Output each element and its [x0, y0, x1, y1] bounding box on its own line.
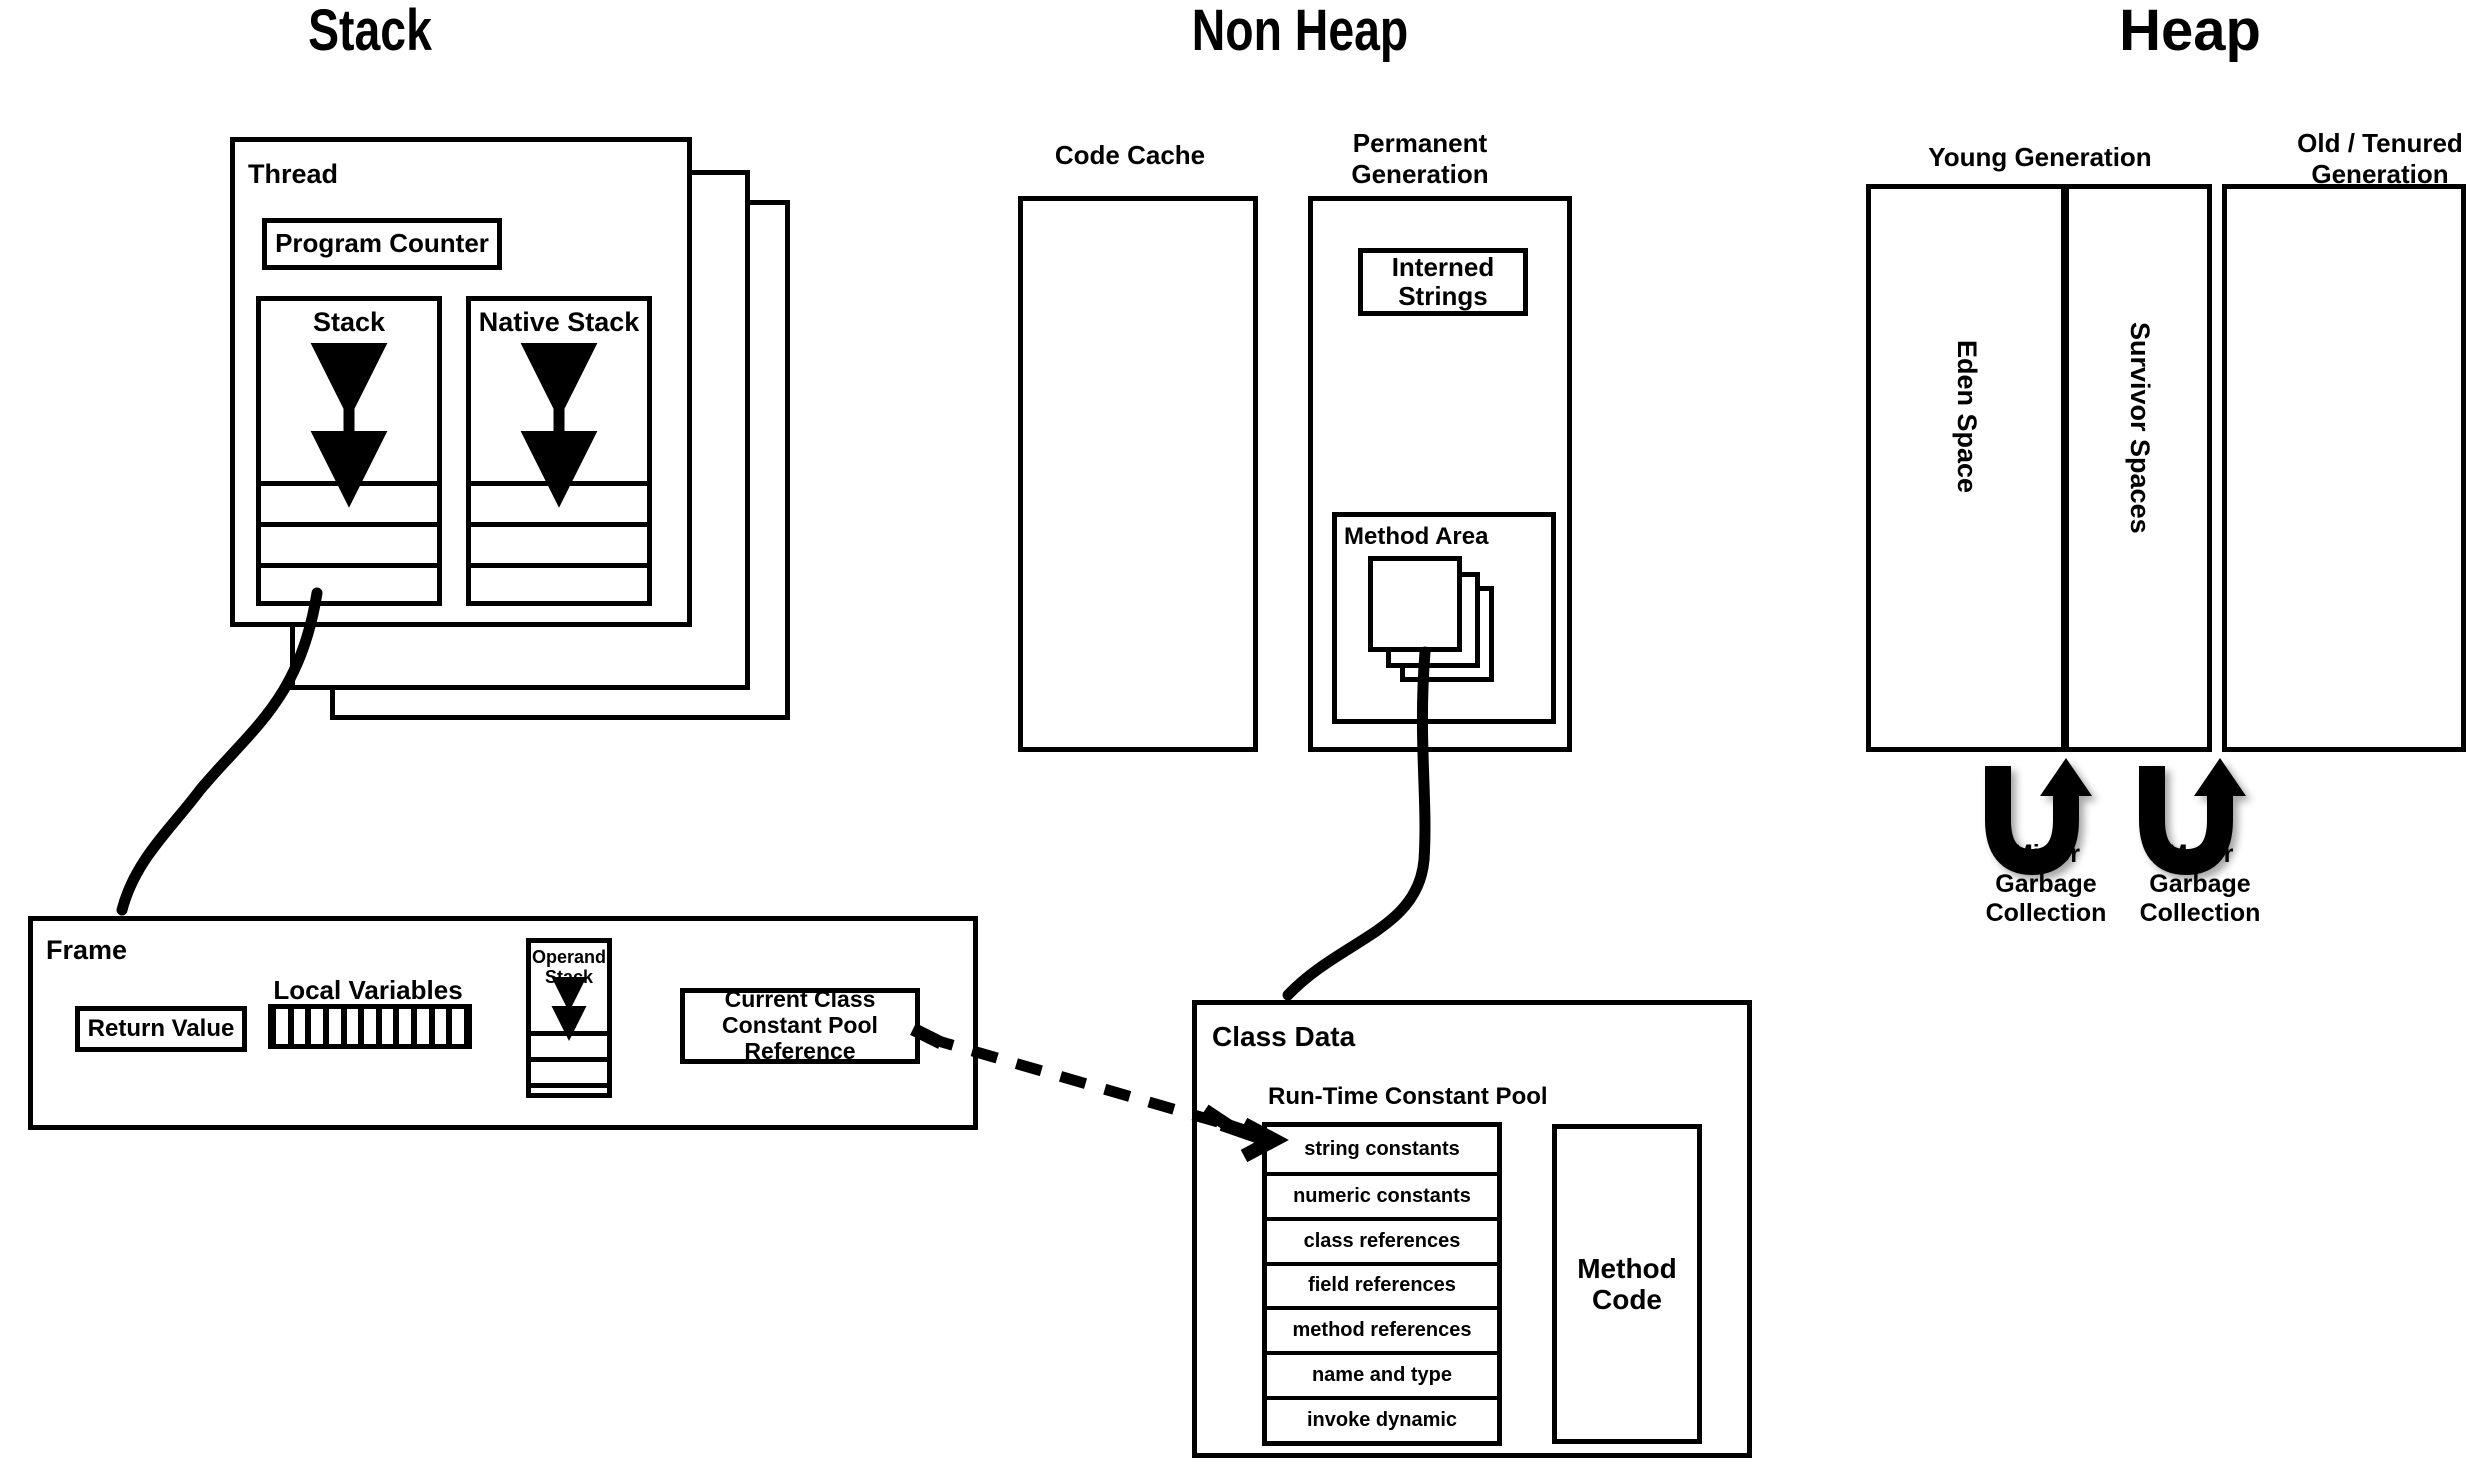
code-cache-label: Code Cache	[1054, 140, 1206, 170]
native-stack-slot-divider	[466, 522, 652, 527]
constant-pool-entry: name and type	[1267, 1351, 1497, 1397]
thread-to-frame-curve	[116, 587, 323, 916]
native-stack-slot-divider	[466, 563, 652, 568]
stack-slot-divider	[256, 563, 442, 568]
jvm-memory-diagram: Stack Non Heap Heap Thread Program Count…	[0, 0, 2476, 1469]
eden-space-label: Eden Space	[1952, 340, 1982, 494]
permanent-generation-label: Permanent Generation	[1351, 128, 1489, 189]
local-variables-label: Local Variables	[273, 975, 463, 1005]
local-variable-cell	[414, 1009, 432, 1044]
section-title-non-heap: Non Heap	[1191, 0, 1409, 63]
code-cache-box	[1018, 196, 1258, 752]
local-variable-cell	[361, 1009, 379, 1044]
constant-pool-reference-box: Current Class Constant Pool Reference	[680, 986, 920, 1064]
thread-stack-box	[256, 296, 442, 606]
stack-slot-divider	[256, 522, 442, 527]
survivor-spaces-label: Survivor Spaces	[2125, 322, 2155, 534]
constant-pool-entry: class references	[1267, 1216, 1497, 1262]
run-time-constant-pool-label: Run-Time Constant Pool	[1268, 1083, 1548, 1110]
constant-pool-entry: invoke dynamic	[1267, 1396, 1497, 1441]
local-variable-cell	[431, 1009, 450, 1044]
constant-pool-entry: method references	[1267, 1306, 1497, 1352]
old-generation-box	[2222, 184, 2466, 752]
young-generation-label: Young Generation	[1928, 142, 2152, 172]
operand-stack-label: Operand Stack	[531, 947, 606, 987]
old-generation-label: Old / Tenured Generation	[2297, 128, 2463, 189]
operand-stack-slot-divider	[526, 1031, 612, 1036]
local-variables-strip	[268, 1004, 472, 1049]
run-time-constant-pool-box: string constants numeric constants class r…	[1262, 1122, 1502, 1446]
frame-label: Frame	[46, 935, 128, 965]
section-title-stack: Stack	[308, 0, 432, 63]
major-gc-label: Major Garbage Collection	[2139, 840, 2261, 927]
local-variable-cell	[273, 1009, 291, 1044]
local-variable-cell	[449, 1009, 467, 1044]
constant-pool-entry: numeric constants	[1267, 1171, 1497, 1217]
local-variable-cell	[343, 1009, 362, 1044]
thread-native-stack-label: Native Stack	[478, 307, 640, 337]
local-variable-cell	[290, 1009, 309, 1044]
local-variable-cell	[325, 1009, 344, 1044]
section-title-heap: Heap	[2119, 0, 2261, 63]
method-code-box: Method Code	[1552, 1124, 1702, 1444]
program-counter-box: Program Counter	[262, 218, 502, 270]
stack-slot-divider	[256, 481, 442, 486]
thread-stack-label: Stack	[312, 307, 386, 337]
method-area-label: Method Area	[1344, 523, 1489, 550]
constant-pool-entry: string constants	[1267, 1127, 1497, 1172]
thread-native-stack-box	[466, 296, 652, 606]
interned-strings-box: Interned Strings	[1358, 248, 1528, 316]
local-variable-cell	[308, 1009, 326, 1044]
constant-pool-entry: field references	[1267, 1261, 1497, 1307]
operand-stack-slot-divider	[526, 1057, 612, 1062]
class-data-label: Class Data	[1212, 1021, 1356, 1052]
method-area-class-box-1	[1368, 556, 1462, 652]
native-stack-slot-divider	[466, 481, 652, 486]
local-variable-cell	[396, 1009, 415, 1044]
thread-label: Thread	[248, 159, 339, 189]
return-value-box: Return Value	[75, 1006, 247, 1052]
local-variable-cell	[378, 1009, 397, 1044]
operand-stack-slot-divider	[526, 1083, 612, 1088]
